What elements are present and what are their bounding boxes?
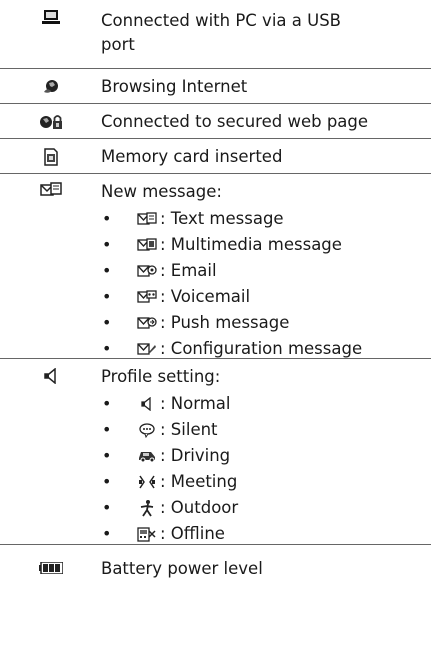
offline-icon: [137, 527, 156, 542]
normal-speaker-icon: [141, 397, 151, 411]
row-text-line2: port: [101, 35, 135, 54]
list-item: • : Outdoor: [101, 495, 425, 521]
list-item-label: : Silent: [160, 420, 218, 439]
list-item-label: : Configuration message: [160, 339, 363, 358]
list-item: • : Silent: [101, 417, 425, 443]
memory-card-icon: [43, 148, 58, 166]
row-text: Profile setting:: [101, 367, 221, 386]
list-item-label: : Offline: [160, 524, 225, 543]
row-text: Connected to secured web page: [101, 112, 369, 131]
row-text: New message:: [101, 182, 222, 201]
voicemail-icon: [137, 290, 157, 303]
table-row: Profile setting: • : Normal •: Silent •…: [0, 359, 431, 545]
list-item-label: : Email: [160, 261, 217, 280]
list-item-label: : Text message: [160, 209, 284, 228]
list-item: • : Multimedia message: [101, 232, 425, 258]
row-text: Memory card inserted: [101, 147, 283, 166]
pc-monitor-icon: [41, 10, 60, 24]
list-item: • : Normal: [101, 391, 425, 417]
driving-car-icon: [139, 452, 155, 463]
list-item-label: : Voicemail: [160, 287, 251, 306]
list-item-label: : Normal: [160, 394, 231, 413]
list-item: • : Driving: [101, 443, 425, 469]
secure-web-lock-icon: [39, 115, 62, 129]
list-item: • : Push message: [101, 310, 425, 336]
outdoor-person-icon: [140, 500, 154, 517]
list-item: • : Offline: [101, 521, 425, 547]
meeting-icon: [139, 475, 155, 489]
silent-icon: [139, 423, 155, 438]
table-row: Battery power level: [0, 545, 431, 585]
table-row: Memory card inserted: [0, 139, 431, 174]
list-item-label: : Outdoor: [160, 498, 239, 517]
row-text: Battery power level: [101, 559, 263, 578]
table-row: New message: • : Text message •: Multim…: [0, 174, 431, 359]
list-item-label: : Multimedia message: [160, 235, 342, 254]
list-item-label: : Push message: [160, 313, 290, 332]
table-row: Connected to secured web page: [0, 104, 431, 139]
configuration-message-icon: [137, 343, 156, 355]
email-icon: [137, 265, 157, 277]
table-row: Browsing Internet: [0, 69, 431, 104]
row-text-line1: Connected with PC via a USB: [101, 11, 341, 30]
browser-globe-icon: [43, 80, 58, 93]
list-item-label: : Driving: [160, 446, 231, 465]
row-text: Browsing Internet: [101, 77, 248, 96]
table-row: Connected with PC via a USB port: [0, 0, 431, 69]
new-message-icon: [39, 182, 62, 196]
text-message-icon: [137, 212, 157, 225]
battery-icon: [38, 562, 63, 574]
list-item: • : Text message: [101, 206, 425, 232]
list-item: • : Email: [101, 258, 425, 284]
list-item: • : Voicemail: [101, 284, 425, 310]
list-item: • : Meeting: [101, 469, 425, 495]
push-message-icon: [137, 317, 157, 329]
multimedia-message-icon: [137, 238, 157, 251]
list-item-label: : Meeting: [160, 472, 238, 491]
profile-speaker-icon: [43, 368, 56, 384]
icon-table: Connected with PC via a USB port Browsin…: [0, 0, 431, 585]
